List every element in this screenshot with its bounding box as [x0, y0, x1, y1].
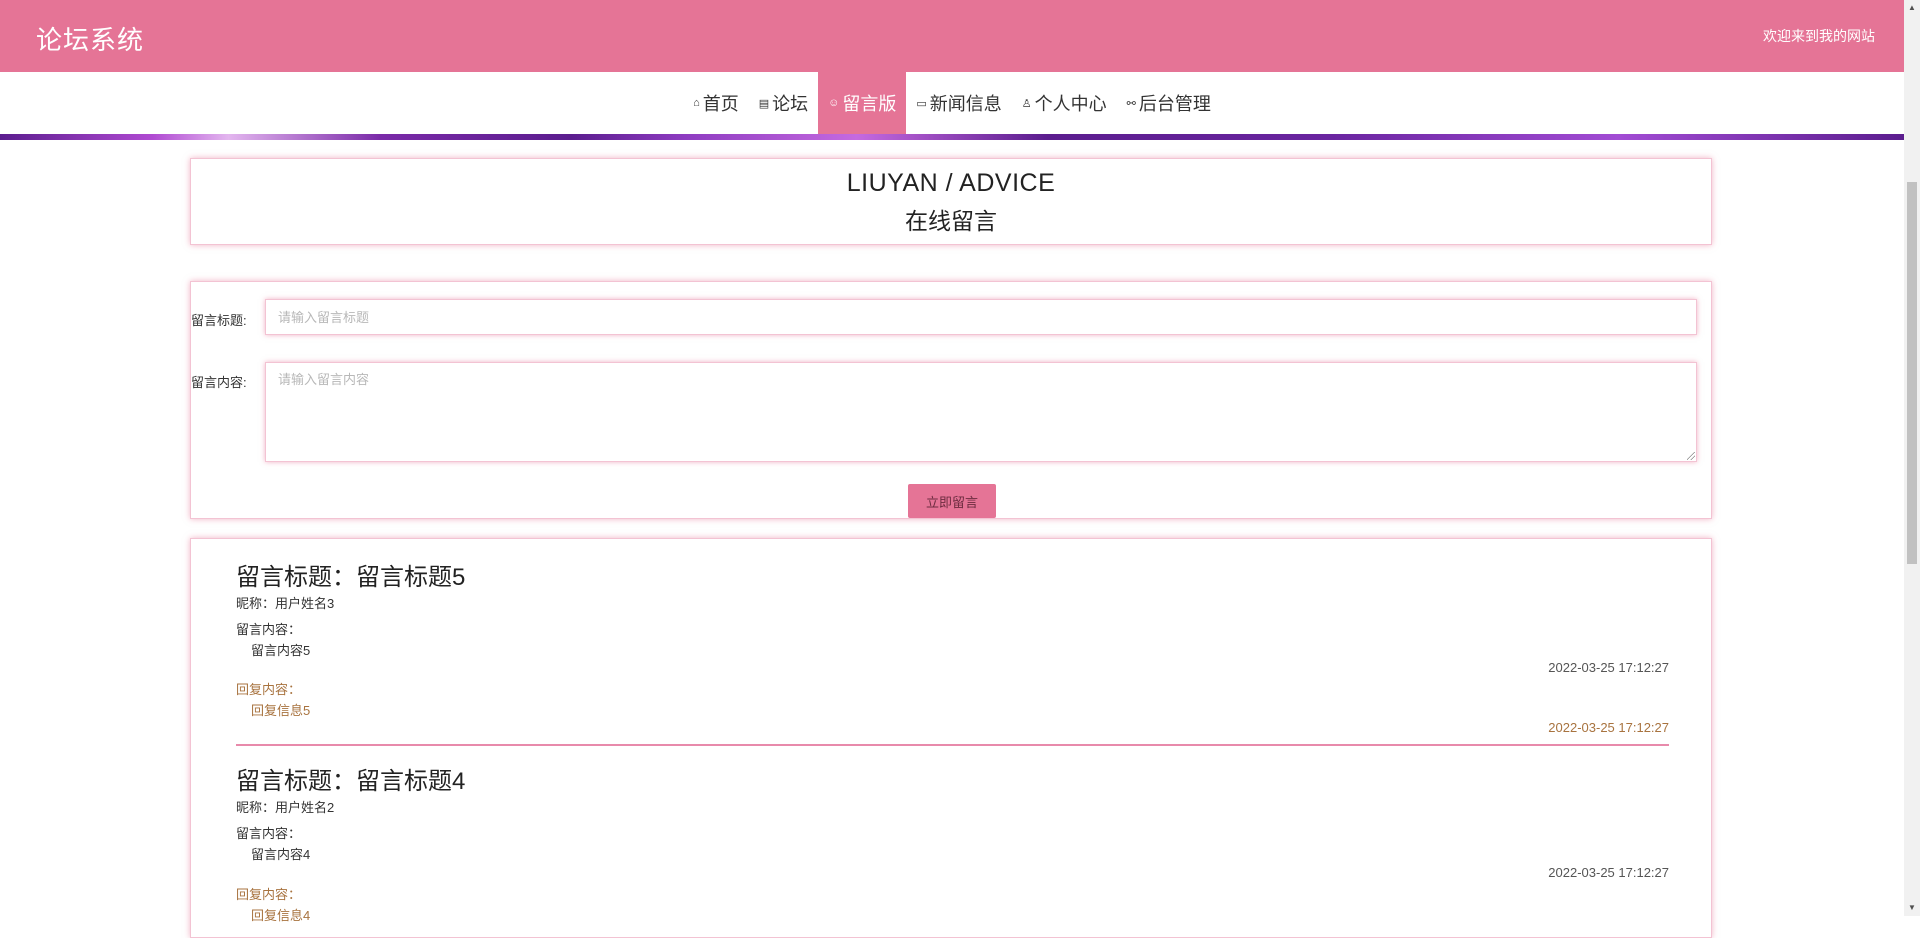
message-icon: ☺: [828, 97, 840, 109]
reply-label: 回复内容：: [236, 887, 302, 902]
home-icon: ⌂: [693, 97, 700, 109]
message-title: 留言标题：留言标题5: [236, 564, 466, 591]
message-nickname: 昵称：用户姓名2: [236, 800, 335, 815]
message-nickname: 昵称：用户姓名3: [236, 596, 335, 611]
nav-item-label: 论坛: [772, 94, 809, 114]
nav-item-label: 首页: [702, 94, 739, 114]
user-icon: ♙: [1021, 97, 1032, 110]
nav-item-label: 个人中心: [1034, 94, 1107, 114]
nav-item-home[interactable]: ⌂ 首页: [683, 72, 749, 134]
message-content: 留言内容4: [251, 847, 311, 862]
link-icon: ⚯: [1126, 97, 1136, 110]
message-content-textarea[interactable]: 请输入留言内容: [265, 362, 1697, 462]
message-title-input[interactable]: 请输入留言标题: [265, 299, 1697, 335]
scroll-down-arrow-icon[interactable]: ▼: [1904, 900, 1920, 916]
main-nav: ⌂ 首页 ▤ 论坛 ☺ 留言版 ▭ 新闻信息 ♙ 个人中心 ⚯ 后台管理: [0, 72, 1904, 134]
resize-grip-icon[interactable]: [1687, 452, 1695, 460]
content-placeholder: 请输入留言内容: [278, 372, 370, 387]
nav-item-admin[interactable]: ⚯ 后台管理: [1117, 72, 1221, 134]
nav-item-profile[interactable]: ♙ 个人中心: [1012, 72, 1117, 134]
reply-content: 回复信息4: [251, 908, 311, 923]
section-title-panel: LIUYAN / ADVICE 在线留言: [190, 158, 1712, 245]
section-title-en: LIUYAN / ADVICE: [846, 169, 1056, 197]
content-field-label: 留言内容:: [191, 375, 247, 390]
message-time: 2022-03-25 17:12:27: [1548, 660, 1669, 675]
nav-item-label: 留言版: [842, 94, 897, 114]
section-title-cn: 在线留言: [905, 208, 997, 234]
top-header: 论坛系统 欢迎来到我的网站: [0, 0, 1904, 72]
message-content: 留言内容5: [251, 643, 311, 658]
message-content-label: 留言内容：: [236, 826, 302, 841]
submit-message-button[interactable]: 立即留言: [908, 484, 996, 518]
welcome-text: 欢迎来到我的网站: [1763, 28, 1875, 44]
scroll-up-arrow-icon[interactable]: ▲: [1904, 0, 1920, 16]
message-form: 留言标题: 请输入留言标题 留言内容: 请输入留言内容 立即留言: [190, 281, 1712, 519]
forum-icon: ▤: [758, 97, 770, 110]
message-title: 留言标题：留言标题4: [236, 768, 466, 795]
nav-item-message-board[interactable]: ☺ 留言版: [818, 72, 907, 134]
scrollbar-thumb[interactable]: [1907, 182, 1917, 564]
message-list-panel: 留言标题：留言标题5 昵称：用户姓名3 留言内容： 留言内容5 2022-03-…: [190, 538, 1712, 938]
reply-content: 回复信息5: [251, 703, 311, 718]
nav-item-news[interactable]: ▭ 新闻信息: [906, 72, 1011, 134]
title-field-label: 留言标题:: [191, 313, 247, 328]
site-brand[interactable]: 论坛系统: [36, 20, 144, 57]
nav-item-label: 新闻信息: [929, 94, 1002, 114]
page-scrollbar[interactable]: ▲ ▼: [1904, 0, 1920, 916]
nav-item-forum[interactable]: ▤ 论坛: [749, 72, 818, 134]
reply-time: 2022-03-25 17:12:27: [1548, 720, 1669, 735]
reply-label: 回复内容：: [236, 682, 302, 697]
book-icon: ▭: [916, 97, 927, 110]
message-divider: [236, 744, 1669, 746]
message-time: 2022-03-25 17:12:27: [1548, 865, 1669, 880]
nav-item-label: 后台管理: [1138, 94, 1211, 114]
nav-decorative-line: [0, 134, 1904, 140]
message-content-label: 留言内容：: [236, 622, 302, 637]
